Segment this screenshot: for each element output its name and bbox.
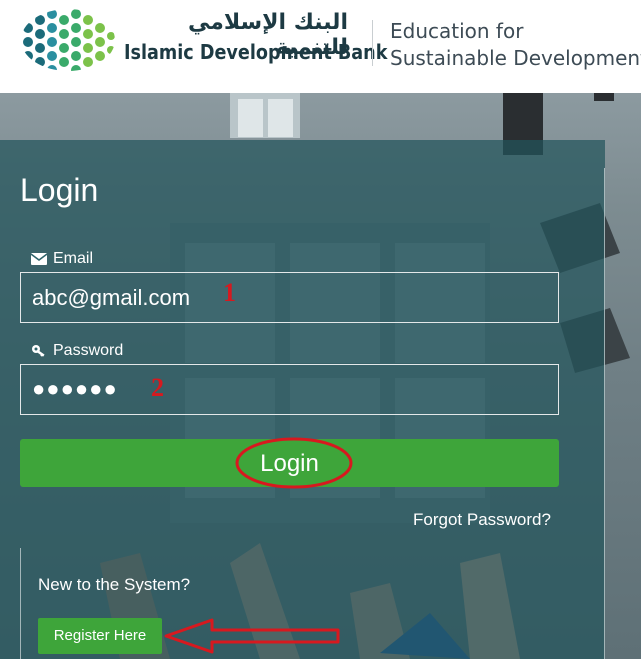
site-header: البنك الإسلامي للتنمية Islamic Developme…	[0, 0, 641, 93]
forgot-password-link[interactable]: Forgot Password?	[413, 510, 551, 530]
email-label: Email	[31, 250, 93, 268]
panel-right-border	[604, 168, 605, 659]
tagline: Education for Sustainable Development	[390, 18, 641, 72]
email-label-text: Email	[53, 250, 94, 267]
isdb-globe-logo	[21, 9, 115, 71]
password-field-value: ●●●●●●	[32, 376, 118, 401]
login-button-label: Login	[260, 450, 319, 477]
password-label-text: Password	[53, 342, 124, 359]
key-icon	[32, 345, 45, 357]
login-button[interactable]: Login	[20, 439, 559, 487]
panel-left-border	[20, 548, 21, 659]
email-field-value: abc@gmail.com	[32, 285, 191, 310]
register-button[interactable]: Register Here	[38, 618, 162, 654]
new-user-text: New to the System?	[38, 575, 191, 594]
tagline-line2: Sustainable Development	[390, 46, 641, 70]
tagline-line1: Education for	[390, 19, 524, 43]
header-divider	[372, 20, 373, 66]
annotation-step-1: 1	[223, 278, 236, 307]
bank-name-arabic: البنك الإسلامي للتنمية	[187, 10, 348, 60]
envelope-icon	[31, 253, 47, 265]
annotation-step-2: 2	[151, 373, 164, 402]
login-title: Login	[20, 172, 99, 208]
register-button-label: Register Here	[53, 627, 147, 644]
password-label: Password	[31, 342, 123, 360]
bank-name-english: Islamic Development Bank	[124, 40, 388, 64]
